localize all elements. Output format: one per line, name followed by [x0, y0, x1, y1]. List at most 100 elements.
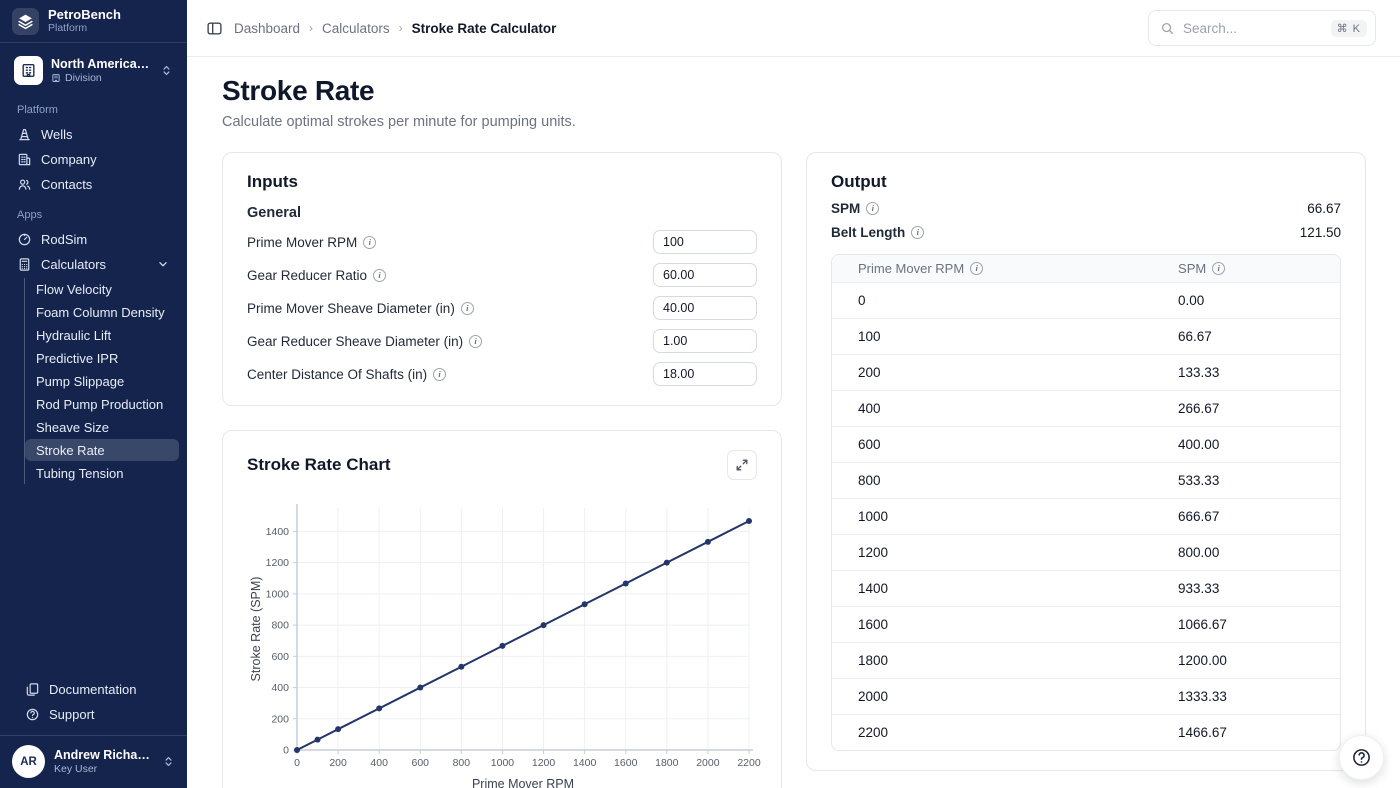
user-name: Andrew Richardson	[54, 748, 153, 762]
input-row: Prime Mover RPMi	[247, 230, 757, 254]
input-field-prime-mover-sheave-diameter-in[interactable]	[653, 296, 757, 320]
metric-label: Belt Lengthi	[831, 225, 924, 240]
info-icon[interactable]: i	[363, 236, 376, 249]
input-field-gear-reducer-sheave-diameter-in[interactable]	[653, 329, 757, 353]
sidebar-item-contacts[interactable]: Contacts	[8, 172, 179, 196]
table-cell: 400	[832, 390, 1152, 426]
table-header-rpm: Prime Mover RPMi	[832, 255, 1152, 282]
input-field-center-distance-of-shafts-in[interactable]	[653, 362, 757, 386]
brand-name: PetroBench	[48, 8, 121, 23]
table-cell: 800	[832, 462, 1152, 498]
metric-value: 121.50	[1300, 225, 1341, 240]
wells-icon	[17, 127, 32, 142]
sidebar-item-company[interactable]: Company	[8, 147, 179, 171]
info-icon[interactable]: i	[866, 202, 879, 215]
team-switcher[interactable]: North American Operations Division	[8, 51, 179, 90]
sidebar-item-wells[interactable]: Wells	[8, 122, 179, 146]
input-field-gear-reducer-ratio[interactable]	[653, 263, 757, 287]
table-cell: 1400	[832, 570, 1152, 606]
table-cell: 133.33	[1152, 354, 1340, 390]
input-row: Gear Reducer Sheave Diameter (in)i	[247, 329, 757, 353]
help-button[interactable]	[1339, 735, 1384, 780]
sidebar-subitem-hydraulic-lift[interactable]: Hydraulic Lift	[25, 324, 179, 346]
svg-text:1000: 1000	[491, 757, 515, 769]
table-cell: 0.00	[1152, 282, 1340, 318]
svg-text:400: 400	[370, 757, 388, 769]
search-box[interactable]: ⌘ K	[1148, 10, 1376, 46]
svg-text:2200: 2200	[737, 757, 761, 769]
output-card: Output SPMi66.67Belt Lengthi121.50 Prime…	[806, 152, 1366, 771]
topbar: Dashboard › Calculators › Stroke Rate Ca…	[187, 0, 1400, 57]
sidebar-subitem-flow-velocity[interactable]: Flow Velocity	[25, 278, 179, 300]
svg-text:2000: 2000	[696, 757, 720, 769]
output-metric-row: SPMi66.67	[831, 201, 1341, 216]
info-icon[interactable]: i	[970, 262, 983, 275]
table-header-spm: SPMi	[1152, 255, 1340, 282]
input-label: Gear Reducer Sheave Diameter (in)i	[247, 334, 482, 349]
info-icon[interactable]: i	[461, 302, 474, 315]
svg-text:0: 0	[283, 745, 289, 757]
team-avatar	[14, 56, 43, 85]
table-cell: 100	[832, 318, 1152, 354]
svg-text:1600: 1600	[614, 757, 638, 769]
page-subtitle: Calculate optimal strokes per minute for…	[222, 114, 1365, 130]
chart-title: Stroke Rate Chart	[247, 455, 391, 475]
rodsim-icon	[17, 232, 32, 247]
chevron-updown-icon	[162, 755, 175, 768]
sidebar-subitem-rod-pump-production[interactable]: Rod Pump Production	[25, 393, 179, 415]
chevron-down-icon	[156, 257, 170, 271]
user-menu[interactable]: AR Andrew Richardson Key User	[0, 735, 187, 788]
calculator-icon	[17, 257, 32, 272]
sidebar-subitem-tubing-tension[interactable]: Tubing Tension	[25, 462, 179, 484]
info-icon[interactable]: i	[469, 335, 482, 348]
info-icon[interactable]: i	[911, 226, 924, 239]
sidebar-subitem-sheave-size[interactable]: Sheave Size	[25, 416, 179, 438]
svg-text:600: 600	[271, 651, 289, 663]
table-cell: 400.00	[1152, 426, 1340, 462]
inputs-title: Inputs	[247, 172, 757, 192]
table-cell: 1466.67	[1152, 714, 1340, 750]
building-small-icon	[51, 73, 61, 83]
info-icon[interactable]: i	[373, 269, 386, 282]
svg-text:Prime Mover RPM: Prime Mover RPM	[472, 777, 574, 788]
documentation-icon	[25, 682, 40, 697]
table-cell: 1600	[832, 606, 1152, 642]
sidebar-toggle-icon[interactable]	[203, 17, 226, 40]
table-row: 22001466.67	[832, 714, 1340, 750]
sidebar-item-label: Support	[49, 707, 95, 722]
sidebar-item-documentation[interactable]: Documentation	[16, 677, 171, 701]
sidebar-subitem-foam-column-density[interactable]: Foam Column Density	[25, 301, 179, 323]
table-row: 00.00	[832, 282, 1340, 318]
sidebar-subitem-stroke-rate[interactable]: Stroke Rate	[25, 439, 179, 461]
table-cell: 2000	[832, 678, 1152, 714]
breadcrumb: Dashboard › Calculators › Stroke Rate Ca…	[234, 21, 556, 36]
sidebar-nav: Platform WellsCompanyContacts Apps RodSi…	[0, 92, 187, 674]
section-label-apps: Apps	[0, 197, 187, 226]
svg-text:1200: 1200	[532, 757, 556, 769]
breadcrumb-dashboard[interactable]: Dashboard	[234, 21, 300, 36]
svg-text:Stroke Rate (SPM): Stroke Rate (SPM)	[249, 577, 263, 682]
table-row: 400266.67	[832, 390, 1340, 426]
sidebar-item-label: Wells	[41, 127, 73, 142]
sidebar-subitem-predictive-ipr[interactable]: Predictive IPR	[25, 347, 179, 369]
breadcrumb-calculators[interactable]: Calculators	[322, 21, 390, 36]
input-row: Gear Reducer Ratioi	[247, 263, 757, 287]
sidebar-item-calculators[interactable]: Calculators	[8, 252, 179, 276]
calculators-subnav: Flow VelocityFoam Column DensityHydrauli…	[24, 278, 179, 484]
page-title: Stroke Rate	[222, 75, 1365, 107]
contacts-icon	[17, 177, 32, 192]
expand-chart-button[interactable]	[727, 450, 757, 480]
sidebar-subitem-pump-slippage[interactable]: Pump Slippage	[25, 370, 179, 392]
input-field-prime-mover-rpm[interactable]	[653, 230, 757, 254]
sidebar-item-label: RodSim	[41, 232, 87, 247]
search-input[interactable]	[1183, 21, 1323, 36]
svg-text:200: 200	[271, 713, 289, 725]
sidebar-item-rodsim[interactable]: RodSim	[8, 227, 179, 251]
chart-card: Stroke Rate Chart 0200400600800100012001…	[222, 430, 782, 788]
info-icon[interactable]: i	[1212, 262, 1225, 275]
sidebar-bottom: Documentation Support	[0, 674, 187, 735]
table-cell: 0	[832, 282, 1152, 318]
table-cell: 1333.33	[1152, 678, 1340, 714]
info-icon[interactable]: i	[433, 368, 446, 381]
sidebar-item-support[interactable]: Support	[16, 702, 171, 726]
